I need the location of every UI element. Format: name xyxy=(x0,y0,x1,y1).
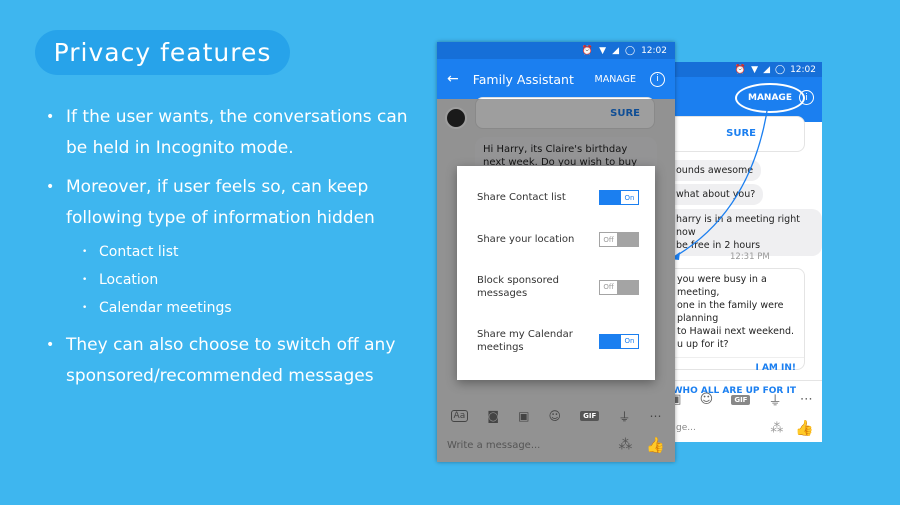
gif-icon[interactable]: GIF xyxy=(731,394,751,405)
status-bar: ⏰ ▼ ◢ ◯ 12:02 xyxy=(437,42,675,59)
microphone-icon[interactable]: ⏚ xyxy=(769,390,782,409)
compose-row: Write a message... ⁂ 👍 xyxy=(437,428,675,462)
setting-row-sponsored: Block sponsored messages Off xyxy=(477,274,639,300)
wifi-icon: ▼ xyxy=(751,64,759,75)
sure-link[interactable]: SURE xyxy=(726,127,764,140)
timestamp: 12:31 PM xyxy=(730,252,770,262)
calendar-toggle[interactable]: On xyxy=(599,333,639,349)
gif-icon[interactable]: GIF xyxy=(580,411,600,421)
message-input[interactable]: Write a message... xyxy=(447,440,540,451)
setting-row-contact-list: Share Contact list On xyxy=(477,190,639,205)
alarm-icon: ⏰ xyxy=(734,64,747,75)
app-bar: ← Family Assistant MANAGE i xyxy=(437,59,675,99)
image-icon[interactable]: ▣ xyxy=(518,409,529,423)
manage-button[interactable]: MANAGE xyxy=(595,74,637,85)
text-format-icon[interactable]: Aa xyxy=(450,410,469,422)
info-icon[interactable]: i xyxy=(650,71,665,87)
setting-label: Block sponsored messages xyxy=(477,275,559,299)
emoji-icon[interactable]: ☺ xyxy=(549,409,562,423)
contact-list-toggle[interactable]: On xyxy=(599,190,639,205)
sub-item-location: Location xyxy=(46,266,426,294)
battery-icon: ◯ xyxy=(624,45,636,56)
compose-toolbar: Aa ◙ ▣ ☺ GIF ⏚ ⋯ xyxy=(437,404,675,428)
bullet-list: If the user wants, the conversations can… xyxy=(46,102,426,400)
setting-row-location: Share your location Off xyxy=(477,232,639,247)
wifi-icon: ▼ xyxy=(599,45,607,56)
setting-row-calendar: Share my Calendar meetings On xyxy=(477,328,639,354)
status-time: 12:02 xyxy=(790,64,816,75)
chat-title: Family Assistant xyxy=(472,71,574,87)
thumbs-up-icon[interactable]: 👍 xyxy=(646,436,665,454)
setting-label: Share your location xyxy=(477,234,575,245)
sub-item-calendar: Calendar meetings xyxy=(46,294,426,322)
signal-icon: ◢ xyxy=(612,45,619,56)
manage-button-highlighted[interactable]: MANAGE xyxy=(735,83,805,113)
bullet-incognito: If the user wants, the conversations can… xyxy=(46,102,426,164)
setting-label: Share Contact list xyxy=(477,192,566,203)
info-icon[interactable]: i xyxy=(799,90,814,105)
more-icon[interactable]: ⋯ xyxy=(649,409,661,423)
more-icon[interactable]: ⋯ xyxy=(800,392,813,407)
front-phone-screen: ⏰ ▼ ◢ ◯ 12:02 ← Family Assistant MANAGE … xyxy=(437,42,675,462)
camera-icon[interactable]: ◙ xyxy=(487,409,499,423)
sub-item-contact-list: Contact list xyxy=(46,238,426,266)
privacy-settings-dialog: Share Contact list On Share your locatio… xyxy=(457,166,655,380)
microphone-icon[interactable]: ⏚ xyxy=(618,408,630,425)
battery-icon: ◯ xyxy=(774,64,786,75)
compose-input-fragment[interactable]: ge... xyxy=(676,423,696,433)
signal-icon: ◢ xyxy=(763,64,770,75)
sticker-icon[interactable]: ⁂ xyxy=(770,421,783,436)
slide-title: Privacy features xyxy=(35,30,290,75)
sponsored-toggle[interactable]: Off xyxy=(599,279,639,295)
thumbs-up-icon[interactable]: 👍 xyxy=(795,419,814,437)
alarm-icon: ⏰ xyxy=(581,45,594,56)
bullet-hidden-info: Moreover, if user feels so, can keep fol… xyxy=(46,172,426,234)
location-toggle[interactable]: Off xyxy=(599,232,639,247)
setting-label: Share my Calendar meetings xyxy=(477,329,573,353)
back-arrow-icon[interactable]: ← xyxy=(447,71,459,87)
status-time: 12:02 xyxy=(641,45,667,56)
hidden-info-list: Contact list Location Calendar meetings xyxy=(46,238,426,322)
sticker-icon[interactable]: ⁂ xyxy=(618,437,632,453)
bullet-sponsored: They can also choose to switch off any s… xyxy=(46,330,426,392)
emoji-icon[interactable]: ☺ xyxy=(700,392,714,407)
